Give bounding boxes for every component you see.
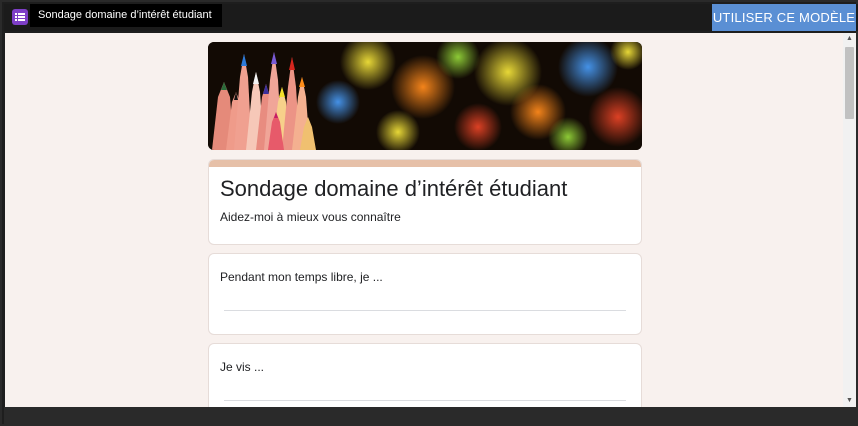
question-label: Je vis ... (220, 360, 265, 374)
use-template-button[interactable]: UTILISER CE MODÈLE (712, 4, 856, 31)
window-title: Sondage domaine d’intérêt étudiant (30, 4, 222, 27)
form-title: Sondage domaine d’intérêt étudiant (220, 176, 568, 201)
form-viewport: Sondage domaine d’intérêt étudiant Aidez… (5, 33, 843, 407)
question-card-1: Pendant mon temps libre, je ... (208, 253, 642, 335)
colored-pencils-image (208, 42, 642, 150)
scroll-up-arrow-icon[interactable]: ▲ (843, 33, 856, 45)
top-bar: Sondage domaine d’intérêt étudiant UTILI… (4, 4, 858, 31)
forms-icon[interactable] (12, 9, 28, 25)
window-frame: Sondage domaine d’intérêt étudiant UTILI… (0, 0, 858, 426)
scroll-down-arrow-icon[interactable]: ▼ (843, 395, 856, 407)
question-card-2: Je vis ... (208, 343, 642, 407)
form-header-card: Sondage domaine d’intérêt étudiant Aidez… (208, 159, 642, 245)
form-description: Aidez-moi à mieux vous connaître (220, 210, 401, 224)
list-glyph (15, 13, 25, 21)
scroll-thumb[interactable] (845, 47, 854, 119)
header-accent-strip (209, 160, 641, 167)
answer-input-1[interactable] (224, 310, 626, 311)
vertical-scrollbar[interactable]: ▲ ▼ (843, 33, 856, 407)
question-label: Pendant mon temps libre, je ... (220, 270, 383, 284)
banner-image (208, 42, 642, 150)
answer-input-2[interactable] (224, 400, 626, 401)
bottom-bar (4, 407, 858, 426)
